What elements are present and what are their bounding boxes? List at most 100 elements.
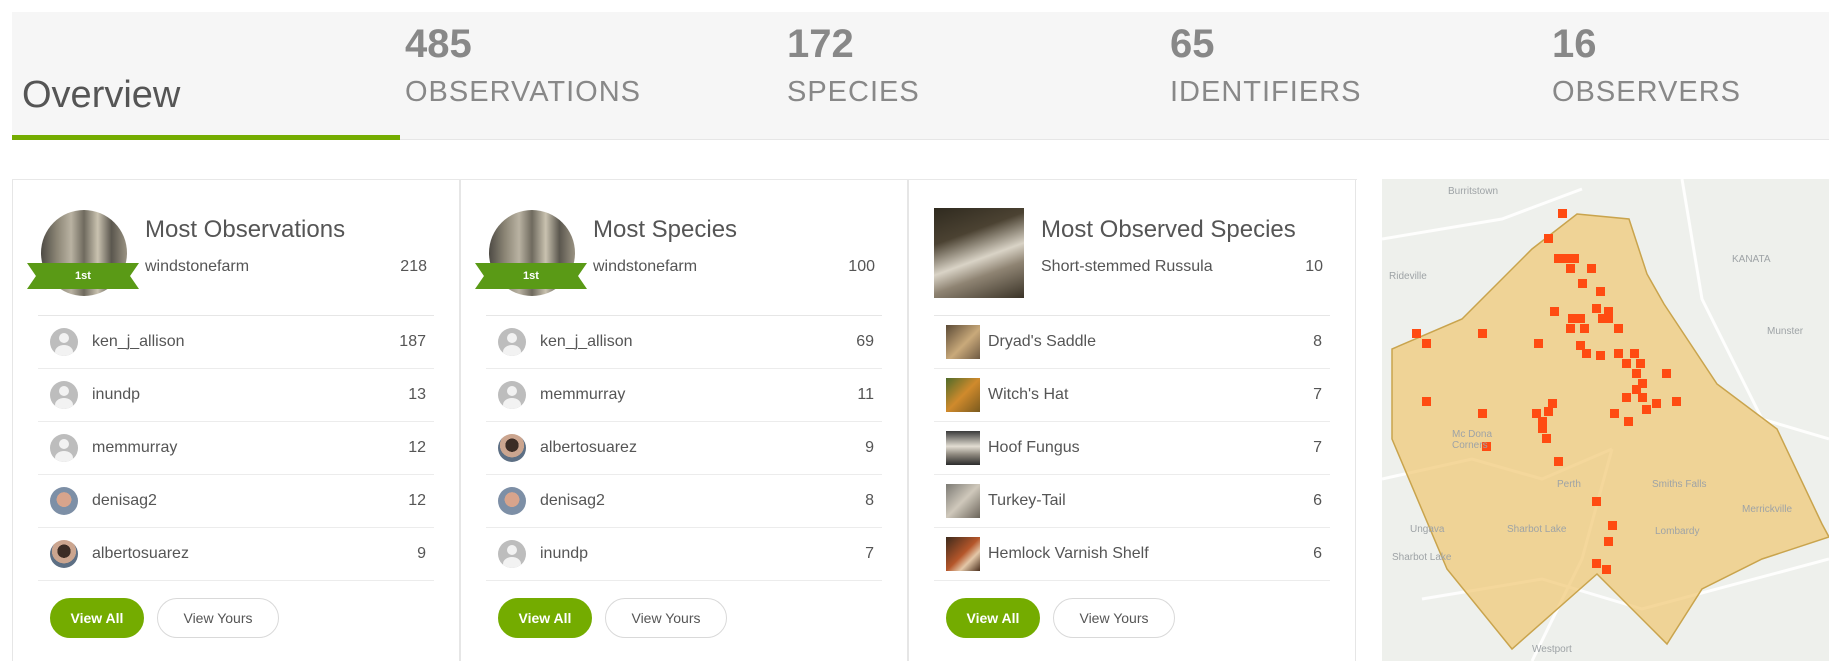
observation-marker[interactable] (1624, 417, 1633, 426)
list-item[interactable]: memmurray 12 (38, 422, 434, 475)
observation-marker[interactable] (1544, 234, 1553, 243)
top-observer-name[interactable]: windstonefarm (593, 258, 697, 276)
observation-marker[interactable] (1642, 405, 1651, 414)
list-item[interactable]: Dryad's Saddle 8 (934, 316, 1330, 369)
observation-marker[interactable] (1592, 559, 1601, 568)
observation-marker[interactable] (1562, 254, 1571, 263)
observation-marker[interactable] (1568, 314, 1577, 323)
list-item[interactable]: ken_j_allison 187 (38, 316, 434, 369)
observation-marker[interactable] (1578, 279, 1587, 288)
observation-marker[interactable] (1548, 399, 1557, 408)
observation-marker[interactable] (1636, 359, 1645, 368)
map-place-label: Rideville (1389, 271, 1427, 282)
map-canvas[interactable] (1382, 179, 1829, 661)
user-name[interactable]: ken_j_allison (540, 333, 633, 351)
observation-marker[interactable] (1638, 393, 1647, 402)
list-item[interactable]: ken_j_allison 69 (486, 316, 882, 369)
list-item[interactable]: Hoof Fungus 7 (934, 422, 1330, 475)
view-yours-button[interactable]: View Yours (157, 598, 279, 638)
observation-marker[interactable] (1622, 359, 1631, 368)
observation-marker[interactable] (1554, 457, 1563, 466)
observation-marker[interactable] (1614, 324, 1623, 333)
user-name[interactable]: albertosuarez (540, 439, 637, 457)
user-name[interactable]: memmurray (92, 439, 177, 457)
view-all-button[interactable]: View All (946, 598, 1040, 638)
observation-marker[interactable] (1532, 409, 1541, 418)
observation-marker[interactable] (1478, 409, 1487, 418)
user-name[interactable]: albertosuarez (92, 545, 189, 563)
observation-marker[interactable] (1596, 351, 1605, 360)
observation-marker[interactable] (1610, 409, 1619, 418)
user-name[interactable]: inundp (92, 386, 140, 404)
observation-marker[interactable] (1576, 341, 1585, 350)
list-item[interactable]: Witch's Hat 7 (934, 369, 1330, 422)
observation-marker[interactable] (1592, 304, 1601, 313)
list-item[interactable]: Turkey-Tail 6 (934, 475, 1330, 528)
user-name[interactable]: denisag2 (92, 492, 157, 510)
observation-marker[interactable] (1622, 393, 1631, 402)
observation-marker[interactable] (1580, 324, 1589, 333)
user-name[interactable]: ken_j_allison (92, 333, 185, 351)
observation-marker[interactable] (1412, 329, 1421, 338)
observation-marker[interactable] (1587, 264, 1596, 273)
species-name[interactable]: Turkey-Tail (988, 492, 1066, 510)
observation-marker[interactable] (1652, 399, 1661, 408)
list-item[interactable]: albertosuarez 9 (38, 528, 434, 581)
observation-marker[interactable] (1478, 329, 1487, 338)
view-all-button[interactable]: View All (498, 598, 592, 638)
species-name[interactable]: Witch's Hat (988, 386, 1068, 404)
observation-marker[interactable] (1566, 324, 1575, 333)
species-name[interactable]: Dryad's Saddle (988, 333, 1096, 351)
species-name[interactable]: Hoof Fungus (988, 439, 1080, 457)
observation-marker[interactable] (1554, 254, 1563, 263)
top-species-name[interactable]: Short-stemmed Russula (1041, 258, 1213, 276)
observation-marker[interactable] (1582, 349, 1591, 358)
observation-marker[interactable] (1602, 565, 1611, 574)
map-place-label: Merrickville (1742, 504, 1792, 515)
observation-marker[interactable] (1422, 339, 1431, 348)
observation-marker[interactable] (1632, 385, 1641, 394)
view-yours-button[interactable]: View Yours (605, 598, 727, 638)
observation-marker[interactable] (1662, 369, 1671, 378)
list-item[interactable]: Hemlock Varnish Shelf 6 (934, 528, 1330, 581)
panel-most-observed-species: Most Observed Species Short-stemmed Russ… (908, 180, 1356, 661)
list-item[interactable]: denisag2 8 (486, 475, 882, 528)
observation-marker[interactable] (1630, 349, 1639, 358)
user-name[interactable]: denisag2 (540, 492, 605, 510)
observation-marker[interactable] (1542, 434, 1551, 443)
observation-marker[interactable] (1534, 339, 1543, 348)
top-observer-name[interactable]: windstonefarm (145, 258, 249, 276)
observation-marker[interactable] (1550, 307, 1559, 316)
observation-marker[interactable] (1538, 424, 1547, 433)
observation-marker[interactable] (1544, 407, 1553, 416)
observation-marker[interactable] (1632, 369, 1641, 378)
view-yours-button[interactable]: View Yours (1053, 598, 1175, 638)
view-all-button[interactable]: View All (50, 598, 144, 638)
panel-most-species: 1st Most Species windstonefarm 100 ken_j… (460, 180, 908, 661)
observation-marker[interactable] (1608, 521, 1617, 530)
observation-marker[interactable] (1576, 314, 1585, 323)
observation-marker[interactable] (1570, 254, 1579, 263)
list-item[interactable]: inundp 7 (486, 528, 882, 581)
user-name[interactable]: inundp (540, 545, 588, 563)
observations-map[interactable]: Burritstown KANATA Munster Rideville Mc … (1382, 179, 1829, 661)
list-item[interactable]: memmurray 11 (486, 369, 882, 422)
observation-marker[interactable] (1566, 264, 1575, 273)
observation-marker[interactable] (1592, 497, 1601, 506)
list-item[interactable]: denisag2 12 (38, 475, 434, 528)
user-count: 187 (399, 333, 426, 350)
observation-marker[interactable] (1604, 537, 1613, 546)
observation-marker[interactable] (1604, 314, 1613, 323)
map-place-label: Sharbot Lake (1507, 524, 1567, 535)
list-item[interactable]: inundp 13 (38, 369, 434, 422)
observation-marker[interactable] (1672, 397, 1681, 406)
observation-marker[interactable] (1558, 209, 1567, 218)
tab-overview[interactable]: Overview (12, 12, 400, 140)
top-species-photo[interactable] (934, 208, 1024, 298)
observation-marker[interactable] (1422, 397, 1431, 406)
list-item[interactable]: albertosuarez 9 (486, 422, 882, 475)
user-name[interactable]: memmurray (540, 386, 625, 404)
observation-marker[interactable] (1596, 287, 1605, 296)
species-name[interactable]: Hemlock Varnish Shelf (988, 545, 1149, 563)
observation-marker[interactable] (1614, 349, 1623, 358)
